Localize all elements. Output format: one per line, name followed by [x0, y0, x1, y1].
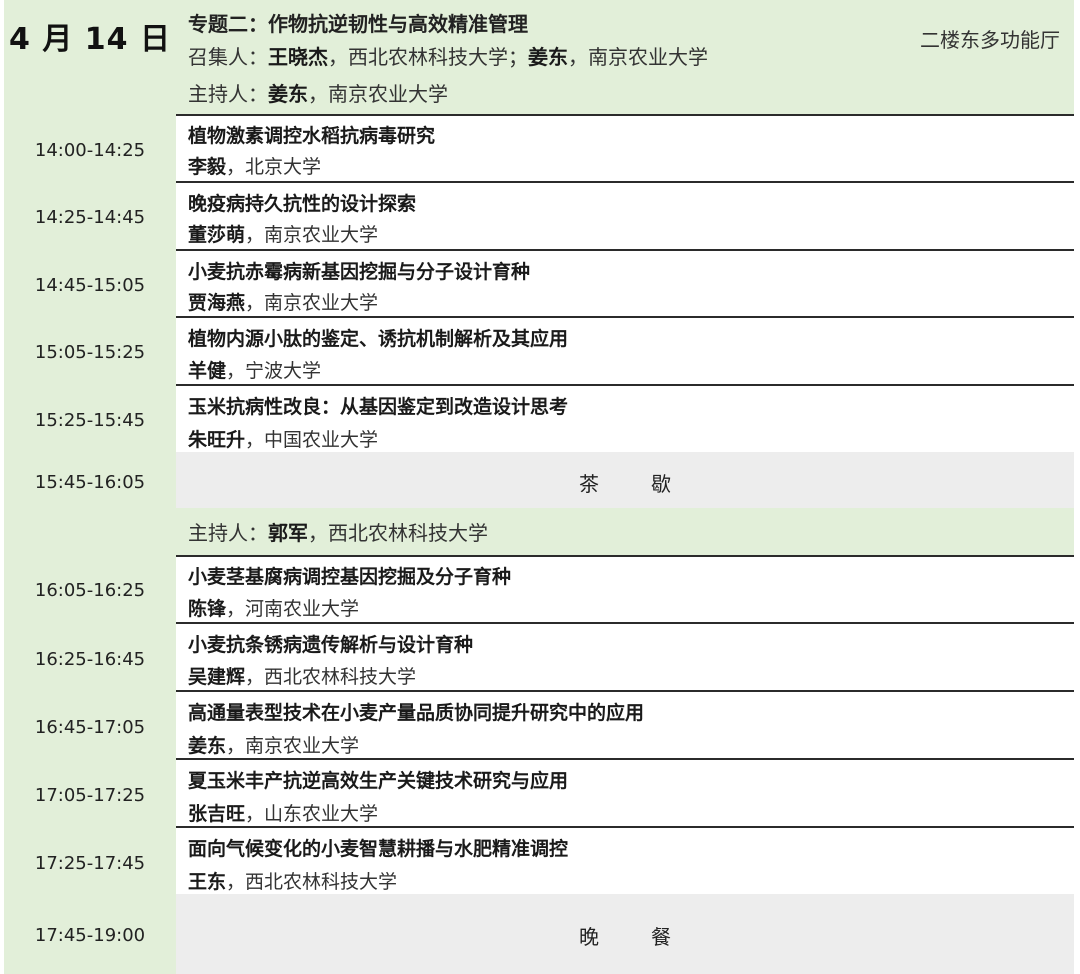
talk-title: 夏玉米丰产抗逆高效生产关键技术研究与应用: [188, 770, 569, 792]
speaker-affiliation: ，西北农林科技大学: [245, 666, 417, 688]
time-slot: 17:05-17:25: [34, 785, 146, 806]
time-slot: 16:45-17:05: [34, 717, 146, 738]
convener-name: 姜东: [528, 45, 568, 69]
row-divider: [176, 690, 1074, 692]
time-slot: 17:45-19:00: [34, 925, 146, 946]
speaker-name: 朱旺升: [188, 429, 246, 451]
time-slot: 14:00-14:25: [34, 140, 146, 161]
talk-speaker: 吴建辉，西北农林科技大学: [188, 662, 416, 689]
speaker-name: 姜东: [188, 735, 227, 757]
talk-speaker: 张吉旺，山东农业大学: [188, 799, 378, 826]
convener-affiliation: ，南京农业大学: [568, 45, 708, 69]
speaker-name: 吴建辉: [188, 666, 246, 688]
host-label: 主持人：: [188, 82, 268, 106]
talk-title: 面向气候变化的小麦智慧耕播与水肥精准调控: [188, 838, 569, 860]
time-slot: 15:45-16:05: [34, 472, 146, 493]
time-slot: 14:25-14:45: [34, 207, 146, 228]
time-slot: 16:25-16:45: [34, 649, 146, 670]
conveners-label: 召集人：: [188, 45, 268, 69]
host-name: 郭军: [268, 521, 308, 545]
dinner-label: 晚餐: [579, 925, 723, 949]
session-date: 4 月 14 日: [9, 22, 171, 57]
talk-speaker: 董莎萌，南京农业大学: [188, 220, 378, 247]
conveners-line: 召集人：王晓杰，西北农林科技大学；姜东，南京农业大学: [188, 41, 708, 70]
host-line: 主持人：郭军，西北农林科技大学: [188, 515, 1074, 551]
time-slot: 16:05-16:25: [34, 580, 146, 601]
row-divider: [176, 249, 1074, 251]
host-line: 主持人：姜东，南京农业大学: [188, 76, 1074, 112]
row-divider: [176, 826, 1074, 828]
host-affiliation: ，西北农林科技大学: [308, 521, 488, 545]
talk-speaker: 姜东，南京农业大学: [188, 731, 359, 758]
session-topic: 专题二：作物抗逆韧性与高效精准管理: [188, 12, 528, 36]
talk-title: 小麦茎基腐病调控基因挖掘及分子育种: [188, 566, 512, 588]
talk-speaker: 李毅，北京大学: [188, 152, 321, 179]
row-divider: [176, 622, 1074, 624]
speaker-affiliation: ，山东农业大学: [245, 803, 379, 825]
talk-speaker: 陈锋，河南农业大学: [188, 594, 359, 621]
time-slot: 15:05-15:25: [34, 342, 146, 363]
speaker-affiliation: ，南京农业大学: [226, 735, 360, 757]
row-divider: [176, 114, 1074, 116]
row-divider: [176, 758, 1074, 760]
row-divider: [176, 181, 1074, 183]
speaker-affiliation: ，中国农业大学: [245, 429, 379, 451]
talk-speaker: 羊健，宁波大学: [188, 356, 321, 383]
speaker-name: 董莎萌: [188, 224, 246, 246]
speaker-name: 贾海燕: [188, 292, 246, 314]
row-divider: [176, 384, 1074, 386]
speaker-name: 李毅: [188, 156, 227, 178]
venue-room: 二楼东多功能厅: [920, 28, 1060, 52]
speaker-affiliation: ，北京大学: [226, 156, 322, 178]
talk-speaker: 贾海燕，南京农业大学: [188, 288, 378, 315]
tea-break-label: 茶歇: [579, 472, 723, 496]
time-slot: 14:45-15:05: [34, 275, 146, 296]
talk-speaker: 王东，西北农林科技大学: [188, 867, 397, 894]
schedule-page: 4 月 14 日 专题二：作物抗逆韧性与高效精准管理 召集人：王晓杰，西北农林科…: [0, 0, 1080, 974]
talk-speaker: 朱旺升，中国农业大学: [188, 425, 378, 452]
convener-name: 王晓杰: [268, 45, 328, 69]
speaker-name: 王东: [188, 871, 227, 893]
talk-title: 晚疫病持久抗性的设计探索: [188, 193, 417, 215]
talk-title: 小麦抗条锈病遗传解析与设计育种: [188, 634, 474, 656]
time-slot: 15:25-15:45: [34, 410, 146, 431]
speaker-affiliation: ，宁波大学: [226, 360, 322, 382]
speaker-name: 陈锋: [188, 598, 227, 620]
convener-affiliation: ，西北农林科技大学；: [328, 45, 528, 69]
speaker-name: 张吉旺: [188, 803, 246, 825]
row-divider: [176, 555, 1074, 557]
speaker-affiliation: ，西北农林科技大学: [226, 871, 398, 893]
speaker-affiliation: ，河南农业大学: [226, 598, 360, 620]
talk-title: 植物内源小肽的鉴定、诱抗机制解析及其应用: [188, 328, 569, 350]
speaker-affiliation: ，南京农业大学: [245, 224, 379, 246]
host-name: 姜东: [268, 82, 308, 106]
host-label: 主持人：: [188, 521, 268, 545]
host-affiliation: ，南京农业大学: [308, 82, 448, 106]
time-slot: 17:25-17:45: [34, 853, 146, 874]
row-divider: [176, 316, 1074, 318]
talk-title: 植物激素调控水稻抗病毒研究: [188, 125, 436, 147]
talk-title: 高通量表型技术在小麦产量品质协同提升研究中的应用: [188, 702, 645, 724]
speaker-affiliation: ，南京农业大学: [245, 292, 379, 314]
talk-title: 小麦抗赤霉病新基因挖掘与分子设计育种: [188, 261, 531, 283]
speaker-name: 羊健: [188, 360, 227, 382]
talk-title: 玉米抗病性改良：从基因鉴定到改造设计思考: [188, 396, 569, 418]
